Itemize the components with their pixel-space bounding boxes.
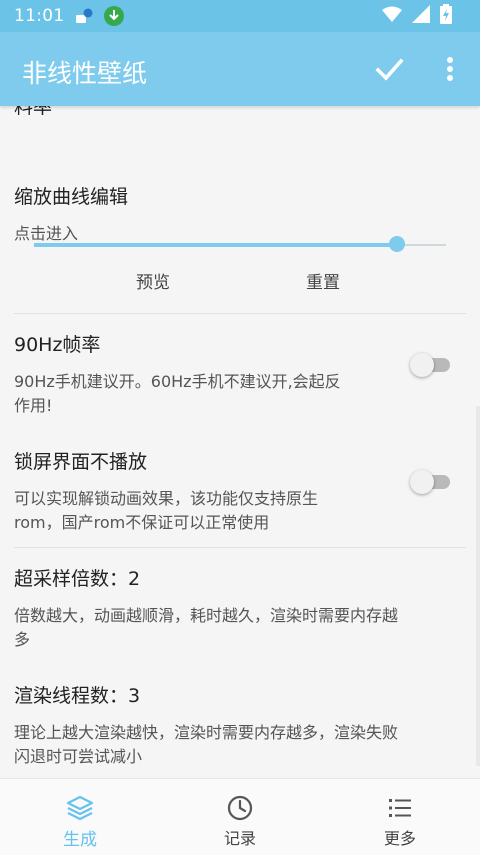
lockscreen-toggle[interactable] [410, 470, 452, 494]
hz90-title: 90Hz帧率 [14, 334, 101, 356]
slider-fill [34, 243, 397, 247]
battery-icon [440, 4, 452, 28]
preview-button[interactable]: 预览 [136, 268, 170, 293]
lockscreen-desc-line2: rom，国产rom不保证可以正常使用 [14, 513, 270, 532]
nav-history[interactable]: 记录 [160, 779, 320, 855]
clock-icon [225, 793, 255, 823]
supersample-desc-line1: 倍数越大，动画越顺滑，耗时越久，渲染时需要内存越 [14, 606, 399, 625]
nav-more-label: 更多 [383, 829, 416, 848]
divider [14, 313, 466, 314]
nav-generate[interactable]: 生成 [0, 779, 160, 855]
lockscreen-title: 锁屏界面不播放 [14, 451, 148, 473]
layers-icon [65, 793, 95, 823]
render-threads-desc-line1: 理论上越大渲染越快，渲染时需要内存越多，渲染失败 [14, 723, 399, 742]
divider [14, 547, 466, 548]
page-title: 非线性壁纸 [22, 59, 148, 88]
status-bar: 11:01 [0, 0, 480, 32]
nav-generate-label: 生成 [63, 830, 97, 850]
notification-icon [75, 8, 93, 24]
nav-more[interactable]: 更多 [320, 779, 480, 855]
scrollbar[interactable] [476, 406, 480, 766]
nav-history-label: 记录 [223, 829, 256, 848]
clipped-setting-label: 料率 [14, 106, 53, 118]
supersample-title[interactable]: 超采样倍数：2 [14, 564, 140, 591]
zoom-curve-desc: 点击进入 [14, 224, 79, 243]
supersample-desc-line2: 多 [14, 630, 31, 649]
status-time: 11:01 [14, 6, 65, 26]
reset-button[interactable]: 重置 [306, 268, 340, 293]
toggle-thumb [410, 470, 434, 494]
list-icon [385, 793, 415, 823]
wifi-icon [382, 6, 402, 26]
check-icon[interactable] [372, 52, 406, 86]
more-vert-icon[interactable] [438, 54, 462, 84]
hz90-desc-line1: 90Hz手机建议开。60Hz手机不建议开,会起反 [14, 372, 341, 391]
download-icon [103, 5, 125, 27]
setting-slider[interactable] [34, 236, 446, 254]
app-toolbar: 非线性壁纸 [0, 32, 480, 106]
slider-thumb[interactable] [388, 236, 405, 252]
zoom-curve-title[interactable]: 缩放曲线编辑 [14, 182, 128, 209]
hz90-desc-line2: 作用! [14, 396, 53, 415]
settings-list[interactable]: 料率 缩放曲线编辑 点击进入 预览 重置 90Hz帧率 90Hz手机建议开。60… [0, 106, 480, 778]
render-threads-desc-line2: 闪退时可尝试减小 [14, 747, 143, 766]
signal-icon [412, 5, 430, 27]
render-threads-title[interactable]: 渲染线程数：3 [14, 681, 140, 708]
toggle-thumb [410, 353, 434, 377]
bottom-nav: 生成 记录 更多 [0, 778, 480, 855]
hz90-toggle[interactable] [410, 353, 452, 377]
lockscreen-desc-line1: 可以实现解锁动画效果，该功能仅支持原生 [14, 489, 319, 508]
